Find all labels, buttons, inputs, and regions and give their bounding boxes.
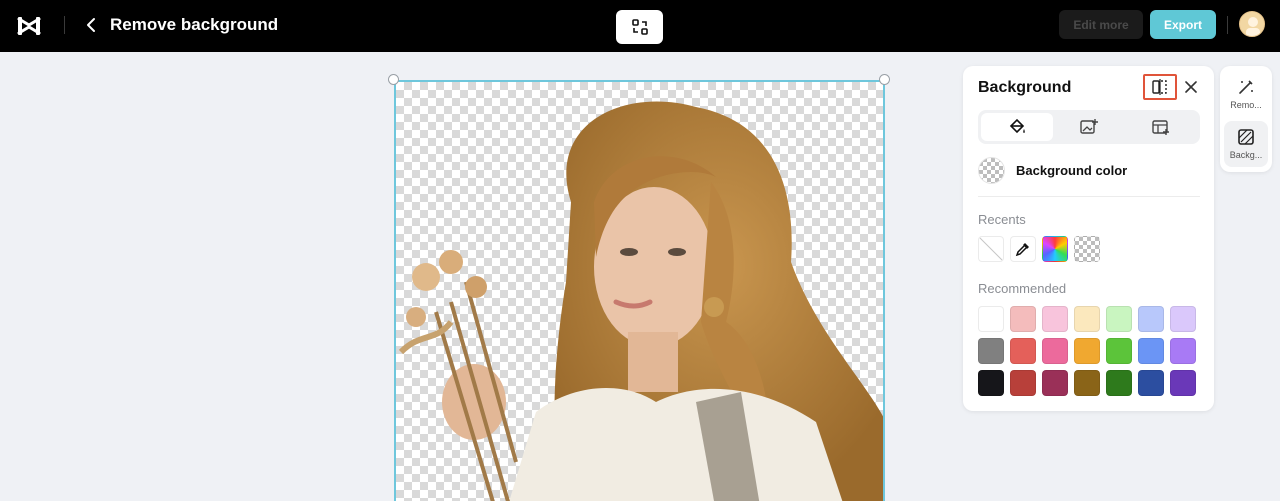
color-swatch[interactable] bbox=[1106, 370, 1132, 396]
recents-label: Recents bbox=[978, 212, 1026, 227]
color-swatch[interactable] bbox=[1074, 370, 1100, 396]
recommended-label: Recommended bbox=[978, 281, 1067, 296]
background-color-label: Background color bbox=[1016, 163, 1128, 178]
color-swatch[interactable] bbox=[1042, 306, 1068, 332]
background-panel: Background Background color Recents Reco… bbox=[963, 66, 1214, 411]
tool-rail: Remo... Backg... bbox=[1220, 66, 1272, 172]
none-icon bbox=[979, 237, 1003, 261]
color-swatch[interactable] bbox=[1170, 306, 1196, 332]
image-canvas[interactable] bbox=[394, 80, 885, 501]
color-swatch[interactable] bbox=[1138, 338, 1164, 364]
color-swatch[interactable] bbox=[1010, 306, 1036, 332]
flip-icon bbox=[1152, 79, 1167, 95]
top-bar: Remove background Edit more Export bbox=[0, 0, 1280, 52]
subject-image bbox=[398, 101, 883, 501]
rail-label-background: Backg... bbox=[1229, 150, 1263, 160]
rail-item-background[interactable]: Backg... bbox=[1224, 121, 1268, 167]
panel-title: Background bbox=[978, 79, 1072, 96]
transparent-color-icon bbox=[978, 157, 1005, 184]
magic-eraser-icon bbox=[1239, 80, 1253, 94]
color-swatch[interactable] bbox=[1074, 338, 1100, 364]
recommended-row bbox=[978, 338, 1196, 364]
resize-handle-top-right[interactable] bbox=[879, 74, 890, 85]
color-swatch[interactable] bbox=[1170, 370, 1196, 396]
close-icon bbox=[1185, 81, 1197, 93]
color-swatch[interactable] bbox=[978, 338, 1004, 364]
rail-label-remove: Remo... bbox=[1230, 100, 1262, 110]
chevron-left-icon bbox=[87, 18, 95, 32]
close-button[interactable] bbox=[1182, 78, 1200, 96]
color-swatch[interactable] bbox=[1138, 370, 1164, 396]
background-tabs bbox=[978, 110, 1200, 144]
color-swatch[interactable] bbox=[978, 370, 1004, 396]
compare-button[interactable] bbox=[616, 10, 663, 44]
export-button[interactable]: Export bbox=[1150, 10, 1216, 39]
recommended-row bbox=[978, 306, 1196, 332]
background-icon bbox=[1238, 129, 1254, 145]
color-swatch[interactable] bbox=[1170, 338, 1196, 364]
template-icon bbox=[1152, 120, 1169, 135]
add-image-icon bbox=[1080, 119, 1098, 134]
back-button[interactable] bbox=[82, 14, 100, 36]
color-swatch[interactable] bbox=[1106, 306, 1132, 332]
color-swatch[interactable] bbox=[1106, 338, 1132, 364]
capcut-logo-icon[interactable] bbox=[16, 13, 42, 39]
tab-add-image[interactable] bbox=[1053, 113, 1125, 141]
none-swatch[interactable] bbox=[978, 236, 1004, 262]
paint-bucket-icon bbox=[1009, 118, 1025, 134]
resize-handle-top-left[interactable] bbox=[388, 74, 399, 85]
recommended-row bbox=[978, 370, 1196, 396]
flip-button[interactable] bbox=[1143, 74, 1177, 100]
tab-color-fill[interactable] bbox=[981, 113, 1053, 141]
color-swatch[interactable] bbox=[1074, 306, 1100, 332]
color-swatch[interactable] bbox=[1138, 306, 1164, 332]
tab-templates[interactable] bbox=[1125, 113, 1197, 141]
color-swatch[interactable] bbox=[1010, 338, 1036, 364]
recents-row bbox=[978, 236, 1100, 262]
compare-icon bbox=[631, 19, 648, 35]
color-swatch[interactable] bbox=[1042, 338, 1068, 364]
header-divider bbox=[1227, 16, 1228, 34]
transparent-swatch[interactable] bbox=[1074, 236, 1100, 262]
eyedropper-button[interactable] bbox=[1010, 236, 1036, 262]
rail-item-remove[interactable]: Remo... bbox=[1224, 71, 1268, 117]
color-swatch[interactable] bbox=[1010, 370, 1036, 396]
color-swatch[interactable] bbox=[1042, 370, 1068, 396]
page-title: Remove background bbox=[110, 15, 279, 34]
avatar[interactable] bbox=[1239, 11, 1265, 37]
color-swatch[interactable] bbox=[978, 306, 1004, 332]
gradient-swatch[interactable] bbox=[1042, 236, 1068, 262]
header-divider bbox=[64, 16, 65, 34]
eyedropper-icon bbox=[1015, 243, 1029, 257]
edit-more-button[interactable]: Edit more bbox=[1059, 10, 1143, 39]
panel-divider bbox=[978, 196, 1200, 197]
background-color-row[interactable]: Background color bbox=[978, 157, 1127, 184]
